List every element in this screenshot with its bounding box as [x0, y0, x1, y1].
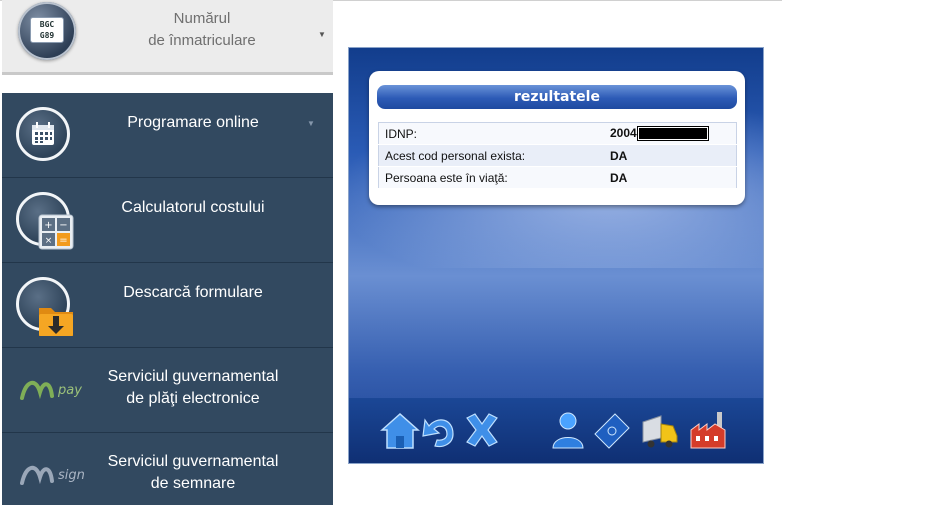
plate-number-selector[interactable]: BGC G89 Numărul de înmatriculare ▼: [2, 0, 333, 75]
home-icon[interactable]: [379, 408, 421, 452]
sidebar-item-label: Descarcă formulare: [123, 284, 263, 301]
results-title: rezultatele: [377, 85, 737, 109]
truck-icon[interactable]: [639, 408, 681, 452]
results-table: IDNP: 2004 Acest cod personal exista: DA…: [378, 122, 737, 189]
idnp-value: 2004: [610, 125, 637, 140]
calculator-icon: + − × =: [16, 192, 74, 250]
sidebar-item-msign[interactable]: sign Serviciul guvernamental de semnare: [2, 433, 333, 517]
sidebar-item-label: Programare online: [127, 114, 259, 131]
plate-title-line2: de înmatriculare: [148, 32, 256, 49]
msign-logo-text: sign: [58, 468, 85, 483]
caret-down-icon[interactable]: ▼: [307, 119, 315, 128]
factory-icon[interactable]: [687, 408, 729, 452]
svg-text:=: =: [59, 235, 67, 246]
folder-download-icon: [16, 277, 73, 336]
mpay-logo: pay: [20, 381, 82, 400]
person-icon[interactable]: [547, 408, 589, 452]
calendar-icon: [16, 107, 70, 161]
sidebar: Programare online ▼ + − × = Calculatorul…: [2, 93, 333, 505]
svg-text:×: ×: [45, 236, 53, 246]
sidebar-item-label-line1: Serviciul guvernamental: [107, 368, 279, 385]
plate-selector-title: Numărul de înmatriculare: [122, 8, 282, 52]
row-label: Persoana este în viaţă:: [378, 166, 604, 189]
row-label: Acest cod personal exista:: [378, 144, 604, 167]
license-plate-icon: BGC G89: [18, 2, 76, 60]
table-row: IDNP: 2004: [378, 122, 737, 145]
row-value: 2004: [604, 122, 737, 145]
mpay-logo-text: pay: [57, 383, 82, 398]
close-x-icon[interactable]: [461, 408, 503, 452]
svg-text:−: −: [59, 220, 67, 231]
bottom-toolbar: [349, 398, 763, 463]
sidebar-item-label-line2: de plăţi electronice: [126, 390, 260, 407]
plate-text-line2: G89: [39, 31, 55, 40]
plate-title-line1: Numărul: [173, 10, 231, 27]
table-row: Persoana este în viaţă: DA: [378, 166, 737, 189]
sidebar-item-label: Serviciul guvernamental de plăţi electro…: [88, 366, 298, 410]
sidebar-item-label: Calculatorul costului: [121, 199, 265, 216]
passport-icon[interactable]: [591, 408, 633, 452]
results-card: rezultatele IDNP: 2004 Acest cod persona…: [369, 71, 745, 205]
sidebar-item-calculatorul-costului[interactable]: + − × = Calculatorul costului: [2, 178, 333, 263]
row-label: IDNP:: [378, 122, 604, 145]
row-value: DA: [604, 144, 737, 167]
caret-down-icon[interactable]: ▼: [318, 30, 326, 39]
sidebar-item-programare-online[interactable]: Programare online ▼: [2, 93, 333, 178]
sidebar-item-label: Serviciul guvernamental de semnare: [88, 451, 298, 495]
results-window: rezultatele IDNP: 2004 Acest cod persona…: [348, 47, 764, 464]
row-value: DA: [604, 166, 737, 189]
sidebar-item-mpay[interactable]: pay Serviciul guvernamental de plăţi ele…: [2, 348, 333, 433]
back-arrow-icon[interactable]: [419, 408, 461, 452]
sidebar-item-label-line1: Serviciul guvernamental: [107, 453, 279, 470]
redaction-bar: [636, 126, 709, 142]
svg-text:+: +: [44, 220, 52, 231]
msign-logo: sign: [20, 466, 85, 485]
table-row: Acest cod personal exista: DA: [378, 144, 737, 167]
sidebar-item-descarca-formulare[interactable]: Descarcă formulare: [2, 263, 333, 348]
plate-text-line1: BGC: [39, 20, 55, 29]
sidebar-item-label-line2: de semnare: [150, 475, 236, 492]
